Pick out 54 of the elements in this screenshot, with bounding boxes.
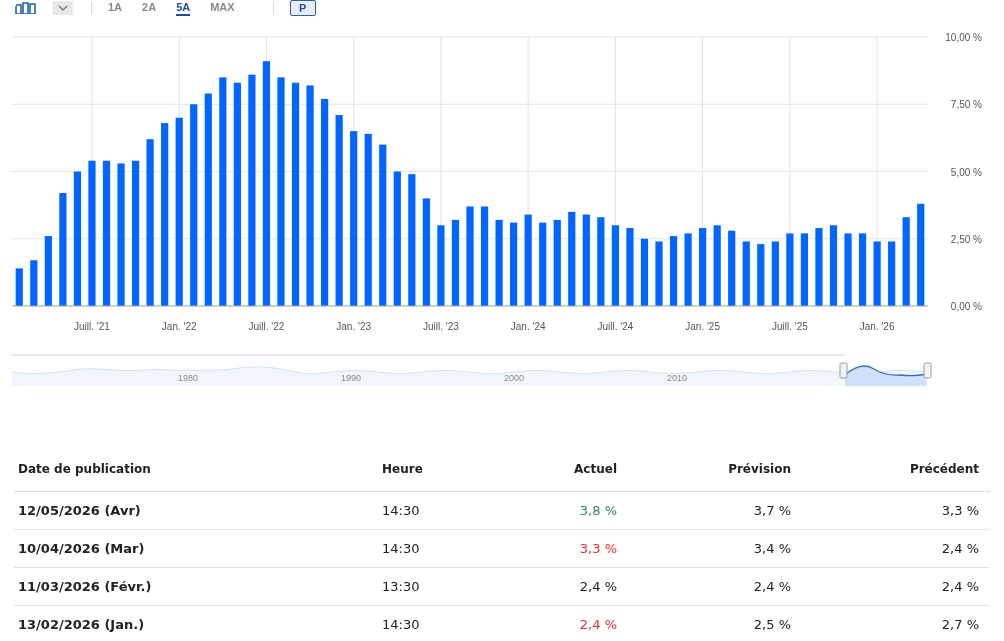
table-cell-text: 2,4 % (578, 617, 618, 632)
year-label: 2010 (667, 373, 687, 383)
year-label: 1990 (341, 373, 361, 383)
column-header: Prévision (727, 462, 792, 476)
p-button[interactable]: P (289, 0, 316, 16)
table-cell-text: 11/03/2026 (Févr.) (17, 579, 153, 594)
period-tab[interactable]: 1A (108, 0, 123, 16)
y-axis-label: 0,00 % (950, 301, 982, 312)
column-header: Heure (381, 462, 424, 476)
y-axis-label: 10,00 % (945, 32, 982, 43)
table-cell-text: 2,4 % (752, 579, 792, 594)
table-cell-text: 14:30 (381, 503, 421, 518)
x-axis-label: Juill. '25 (771, 321, 808, 332)
table-cell-text: 14:30 (381, 617, 421, 632)
table-cell-text: 2,4 % (578, 579, 618, 594)
y-axis-label: 2,50 % (950, 233, 982, 245)
x-axis-label: Juill. '22 (248, 321, 285, 332)
bar-chart-icon[interactable] (15, 2, 37, 14)
x-axis-label: Jan. '22 (161, 321, 197, 332)
caret-icon (58, 5, 68, 11)
x-axis-label: Juill. '21 (74, 321, 110, 332)
table-cell-text: 12/05/2026 (Avr) (17, 503, 142, 518)
period-tab[interactable]: MAX (210, 0, 235, 16)
y-axis-label: 7,50 % (950, 99, 982, 111)
x-axis-label: Jan. '23 (336, 321, 372, 332)
table-cell-text: 2,7 % (940, 617, 980, 632)
x-axis-label: Jan. '26 (859, 321, 895, 332)
year-label: 1980 (178, 373, 198, 383)
period-tab[interactable]: 2A (142, 0, 157, 16)
x-axis-label: Jan. '25 (685, 321, 720, 332)
column-header: Précédent (908, 462, 980, 476)
column-header: Actuel (573, 462, 618, 476)
column-header: Date de publication (17, 462, 152, 476)
period-tab[interactable]: 5A (176, 0, 191, 16)
range-handle[interactable] (839, 362, 848, 379)
table-cell-text: 3,3 % (578, 541, 618, 556)
table-cell-text: 2,4 % (940, 541, 980, 556)
y-axis-label: 5,00 % (950, 166, 982, 178)
range-handle[interactable] (923, 362, 932, 379)
table-cell-text: 14:30 (381, 541, 421, 556)
x-axis-label: Jan. '24 (510, 321, 546, 332)
table-cell-text: 3,7 % (752, 503, 792, 518)
table-cell-text: 13/02/2026 (Jan.) (17, 617, 146, 632)
chart-type-dropdown[interactable] (53, 1, 73, 15)
x-axis-label: Juill. '24 (597, 321, 634, 332)
table-cell-text: 3,3 % (940, 503, 980, 518)
table-cell-text: 10/04/2026 (Mar) (17, 541, 146, 556)
table-cell-text: 3,8 % (578, 503, 618, 518)
table-cell-text: 13:30 (381, 579, 421, 594)
table-cell-text: 2,4 % (940, 579, 980, 594)
table-cell-text: 2,5 % (752, 617, 792, 632)
year-label: 2000 (504, 373, 524, 383)
x-axis-label: Juill. '23 (423, 321, 459, 332)
table-cell-text: 3,4 % (752, 541, 792, 556)
